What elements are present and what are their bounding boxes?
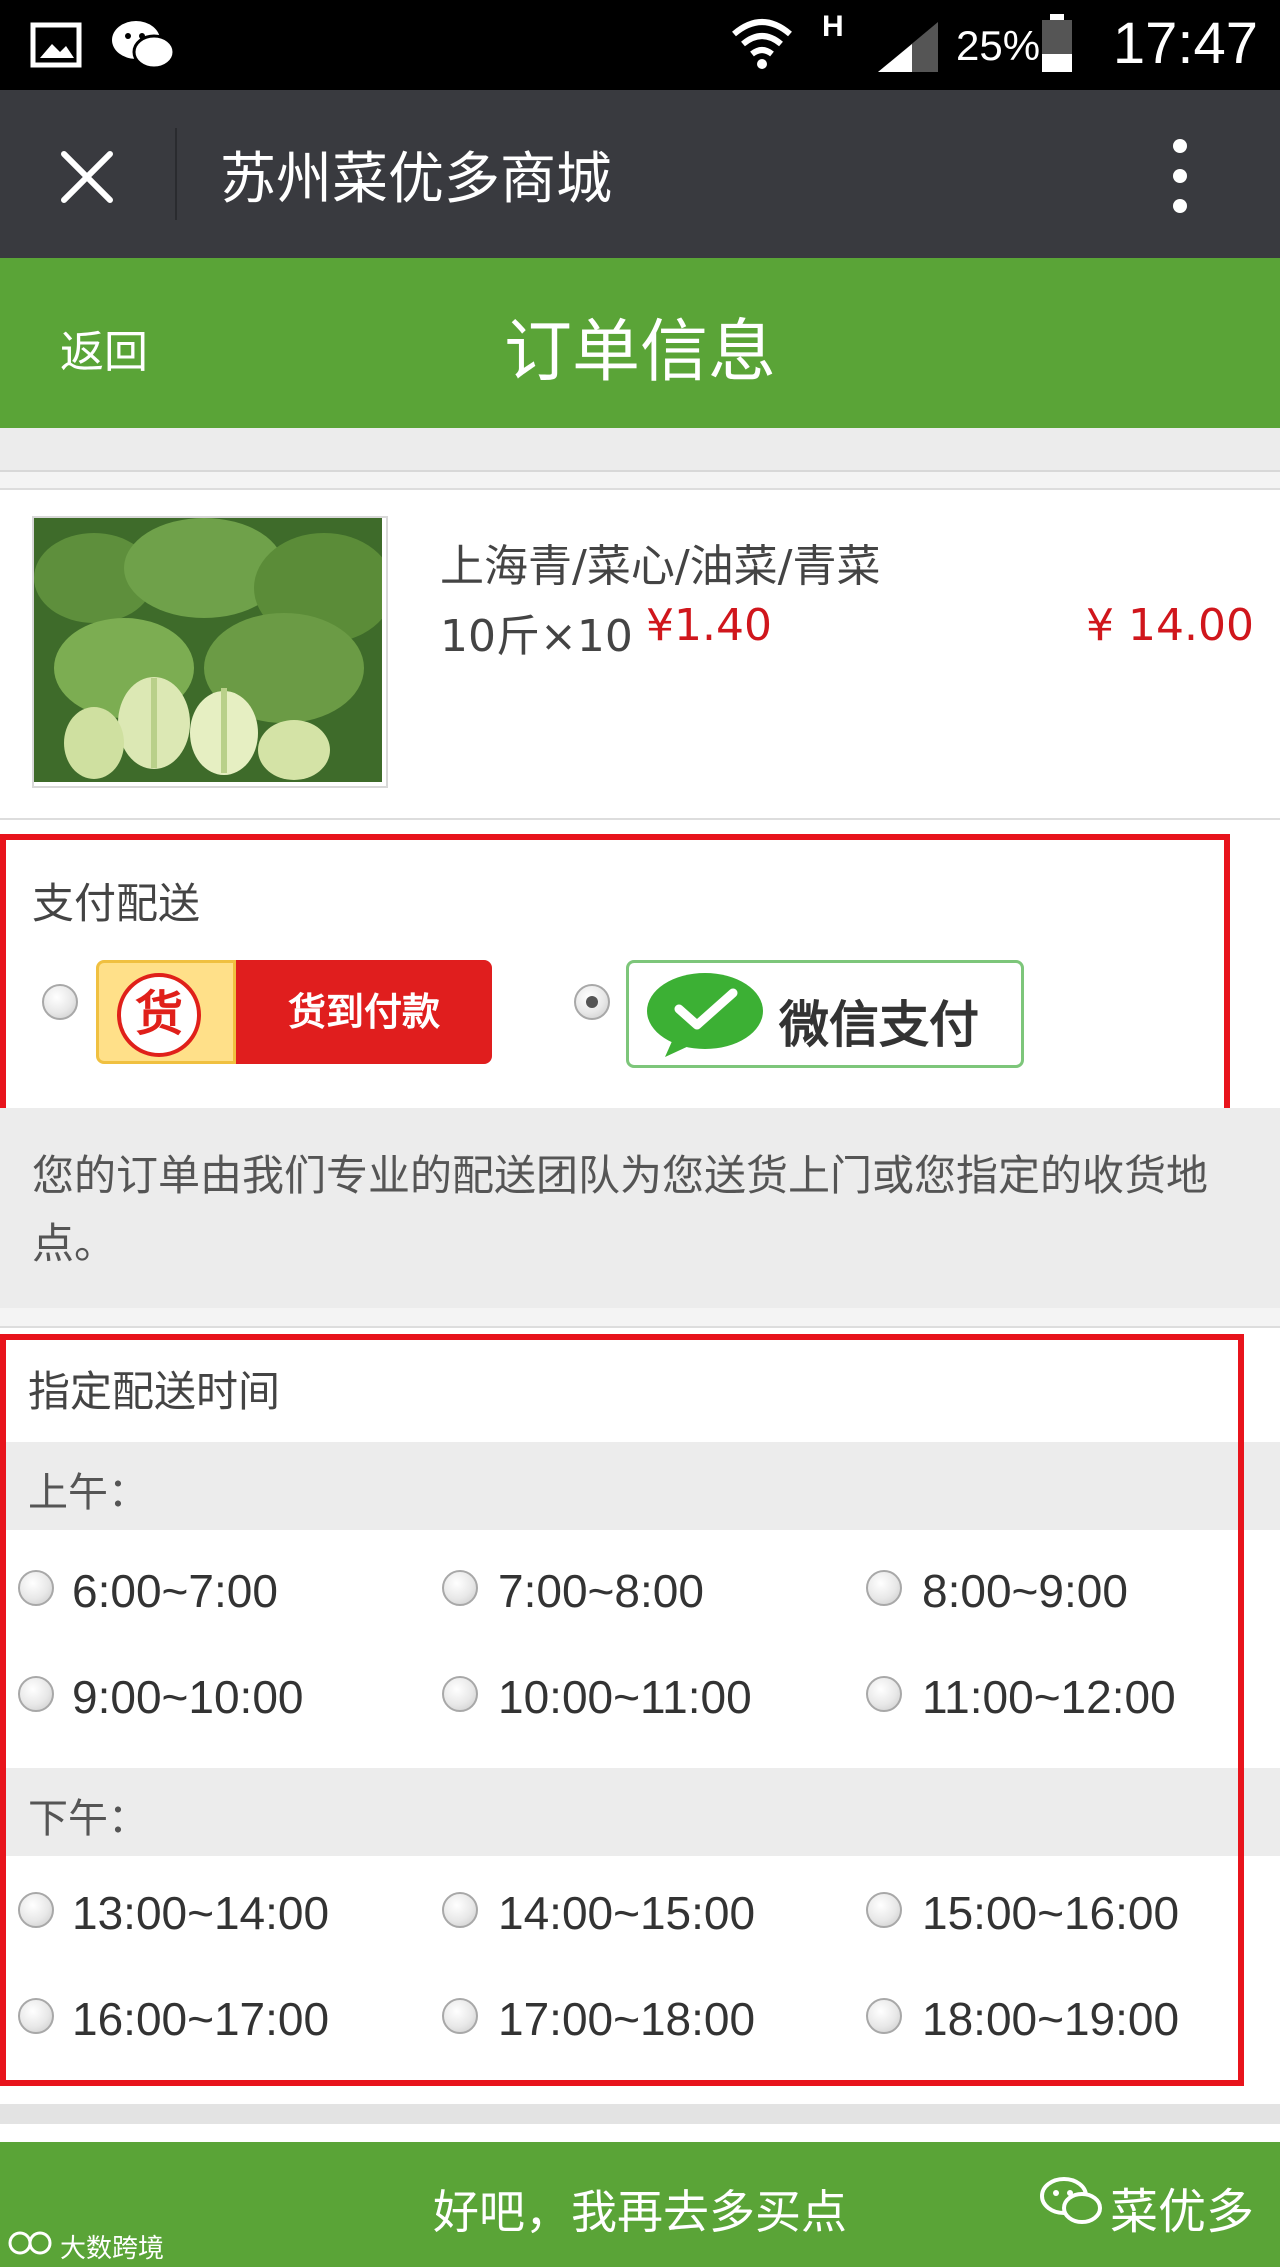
product-total-price: ¥ 14.00: [1086, 600, 1254, 651]
page-title: 订单信息: [503, 313, 776, 392]
network-type-label: H: [822, 10, 844, 43]
wechat-header-title: 苏州菜优多商城: [220, 147, 612, 212]
battery-icon: [1042, 14, 1072, 72]
product-name: 上海青/菜心/油菜/青菜: [440, 541, 881, 592]
payment-highlight-box: [0, 834, 1230, 1136]
watermark-logo-icon: [8, 2231, 52, 2255]
gallery-notification-icon: [30, 22, 82, 68]
more-menu-icon[interactable]: [1168, 138, 1192, 214]
corner-watermark: 大数跨境: [60, 2234, 165, 2264]
product-image: [32, 516, 394, 788]
brand-watermark: 菜优多: [1110, 2184, 1255, 2240]
bok-choy-image: [34, 518, 394, 782]
wifi-icon: [732, 19, 792, 69]
battery-percent: 25%: [956, 22, 1041, 69]
continue-shopping-button[interactable]: 好吧，我再去多买点 菜优多 大数跨境: [0, 2142, 1280, 2267]
wechat-brand-icon: [1040, 2177, 1102, 2224]
clock: 17:47: [1112, 11, 1258, 76]
scrolled-strip-gap: [0, 472, 1280, 488]
wechat-notification-icon: [112, 21, 176, 70]
close-icon[interactable]: [58, 148, 116, 206]
wechat-header: 苏州菜优多商城: [0, 90, 1280, 258]
delivery-note: 您的订单由我们专业的配送团队为您送货上门或您指定的收货地点。: [0, 1108, 1280, 1308]
product-row[interactable]: 上海青/菜心/油菜/青菜 10斤×10 ¥1.40 ¥ 14.00: [0, 488, 1280, 820]
bottom-divider: [0, 2104, 1280, 2124]
product-quantity: 10斤×10: [440, 611, 633, 662]
signal-icon: [878, 22, 938, 72]
page-header: 返回 订单信息: [0, 258, 1280, 428]
section-gap: [0, 1308, 1280, 1326]
header-divider: [175, 128, 177, 220]
delivery-note-text: 您的订单由我们专业的配送团队为您送货上门或您指定的收货地点。: [32, 1151, 1209, 1268]
scrolled-strip: [0, 428, 1280, 472]
delivery-time-highlight-box: [0, 1334, 1244, 2086]
product-unit-price: ¥1.40: [646, 600, 772, 651]
status-bar: H 25% 17:47: [0, 0, 1280, 90]
